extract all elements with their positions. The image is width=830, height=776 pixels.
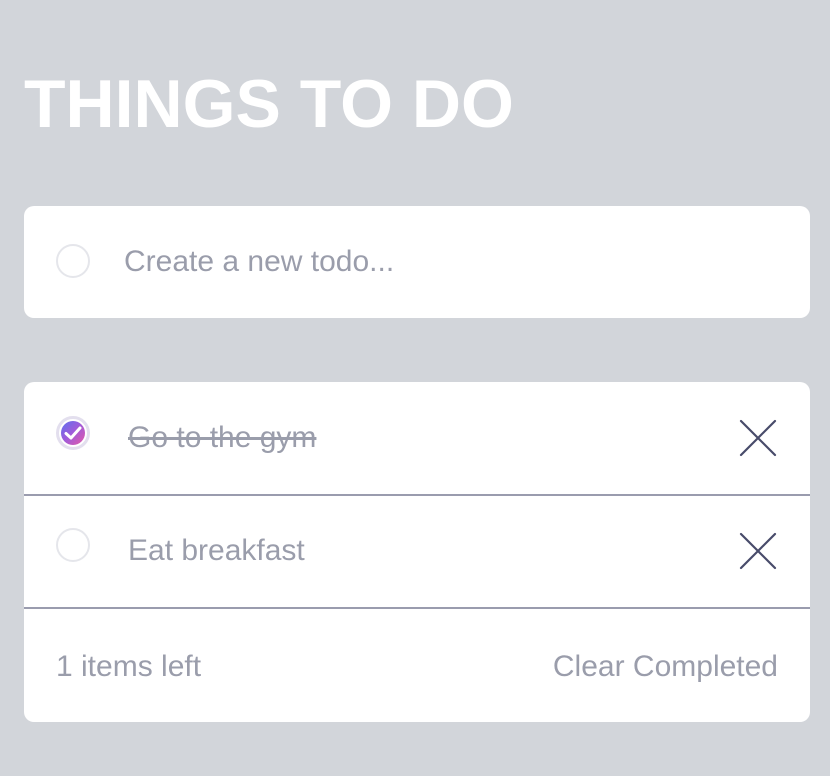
- new-todo-input[interactable]: [124, 236, 764, 288]
- delete-todo-button[interactable]: [738, 531, 778, 571]
- todo-footer: 1 items left Clear Completed: [24, 609, 810, 722]
- todo-toggle-checkbox[interactable]: [56, 528, 90, 562]
- delete-todo-button[interactable]: [738, 418, 778, 458]
- todo-text: Eat breakfast: [128, 534, 305, 567]
- check-icon: [64, 426, 82, 440]
- close-icon: [739, 419, 777, 457]
- new-todo-card: [24, 206, 810, 318]
- todo-item: Go to the gym: [24, 382, 810, 494]
- todo-text: Go to the gym: [128, 421, 317, 454]
- todo-item: Eat breakfast: [24, 495, 810, 607]
- page-title: THINGS TO DO: [24, 66, 514, 142]
- close-icon: [739, 532, 777, 570]
- new-todo-check-circle[interactable]: [56, 244, 90, 278]
- items-left-count: 1 items left: [56, 650, 202, 683]
- todo-list-card: Go to the gym Eat breakfast 1 items left…: [24, 382, 810, 722]
- clear-completed-button[interactable]: Clear Completed: [553, 649, 778, 685]
- todo-toggle-checkbox[interactable]: [56, 416, 90, 450]
